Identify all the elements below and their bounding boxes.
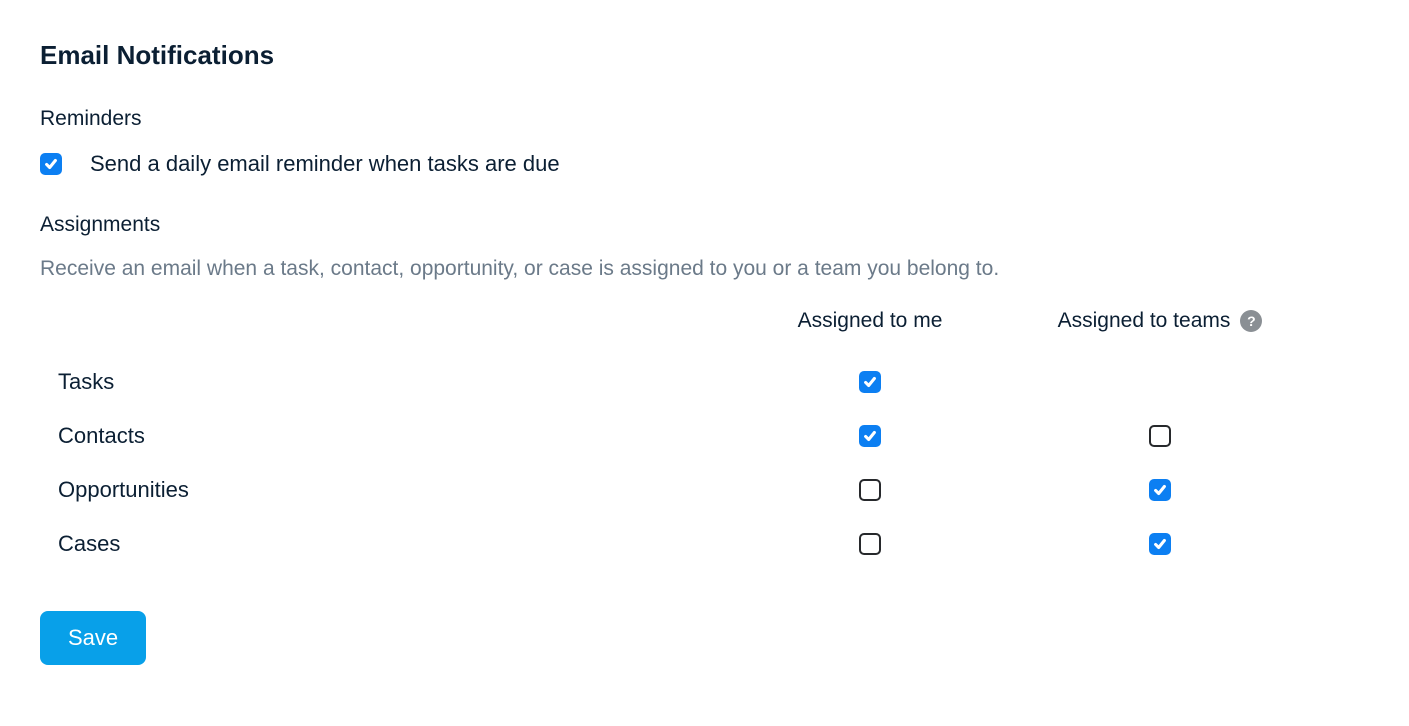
assignments-table: Assigned to me Assigned to teams ? Tasks…	[40, 309, 1369, 571]
assigned-to-me-cell	[760, 425, 980, 447]
reminder-daily-checkbox[interactable]	[40, 153, 62, 175]
reminder-daily-row: Send a daily email reminder when tasks a…	[40, 151, 1369, 177]
row-label: Cases	[40, 531, 760, 557]
assignments-table-header: Assigned to me Assigned to teams ?	[40, 309, 1369, 333]
row-label: Opportunities	[40, 477, 760, 503]
table-row: Contacts	[40, 409, 1369, 463]
assigned-to-teams-checkbox[interactable]	[1149, 479, 1171, 501]
reminders-header: Reminders	[40, 107, 1369, 131]
check-icon	[863, 429, 877, 443]
assigned-to-me-cell	[760, 533, 980, 555]
check-icon	[863, 375, 877, 389]
assigned-to-me-cell	[760, 371, 980, 393]
assigned-to-teams-checkbox[interactable]	[1149, 533, 1171, 555]
assignments-description: Receive an email when a task, contact, o…	[40, 257, 1369, 281]
assignments-header: Assignments	[40, 213, 1369, 237]
check-icon	[1153, 537, 1167, 551]
check-icon	[44, 157, 58, 171]
assigned-to-teams-cell	[980, 425, 1340, 447]
help-icon[interactable]: ?	[1240, 310, 1262, 332]
save-button[interactable]: Save	[40, 611, 146, 665]
column-header-assigned-to-teams: Assigned to teams ?	[980, 309, 1340, 333]
assigned-to-me-cell	[760, 479, 980, 501]
reminder-daily-label: Send a daily email reminder when tasks a…	[90, 151, 560, 177]
column-header-assigned-to-teams-label: Assigned to teams	[1058, 309, 1231, 333]
assigned-to-teams-cell	[980, 479, 1340, 501]
table-row: Opportunities	[40, 463, 1369, 517]
assigned-to-me-checkbox[interactable]	[859, 479, 881, 501]
check-icon	[1153, 483, 1167, 497]
assigned-to-teams-cell	[980, 533, 1340, 555]
page-title: Email Notifications	[40, 40, 1369, 71]
row-label: Contacts	[40, 423, 760, 449]
assigned-to-me-checkbox[interactable]	[859, 425, 881, 447]
row-label: Tasks	[40, 369, 760, 395]
assigned-to-me-checkbox[interactable]	[859, 371, 881, 393]
assigned-to-me-checkbox[interactable]	[859, 533, 881, 555]
assigned-to-teams-checkbox[interactable]	[1149, 425, 1171, 447]
column-header-assigned-to-me-label: Assigned to me	[798, 309, 943, 333]
table-row: Cases	[40, 517, 1369, 571]
column-header-assigned-to-me: Assigned to me	[760, 309, 980, 333]
table-row: Tasks	[40, 355, 1369, 409]
